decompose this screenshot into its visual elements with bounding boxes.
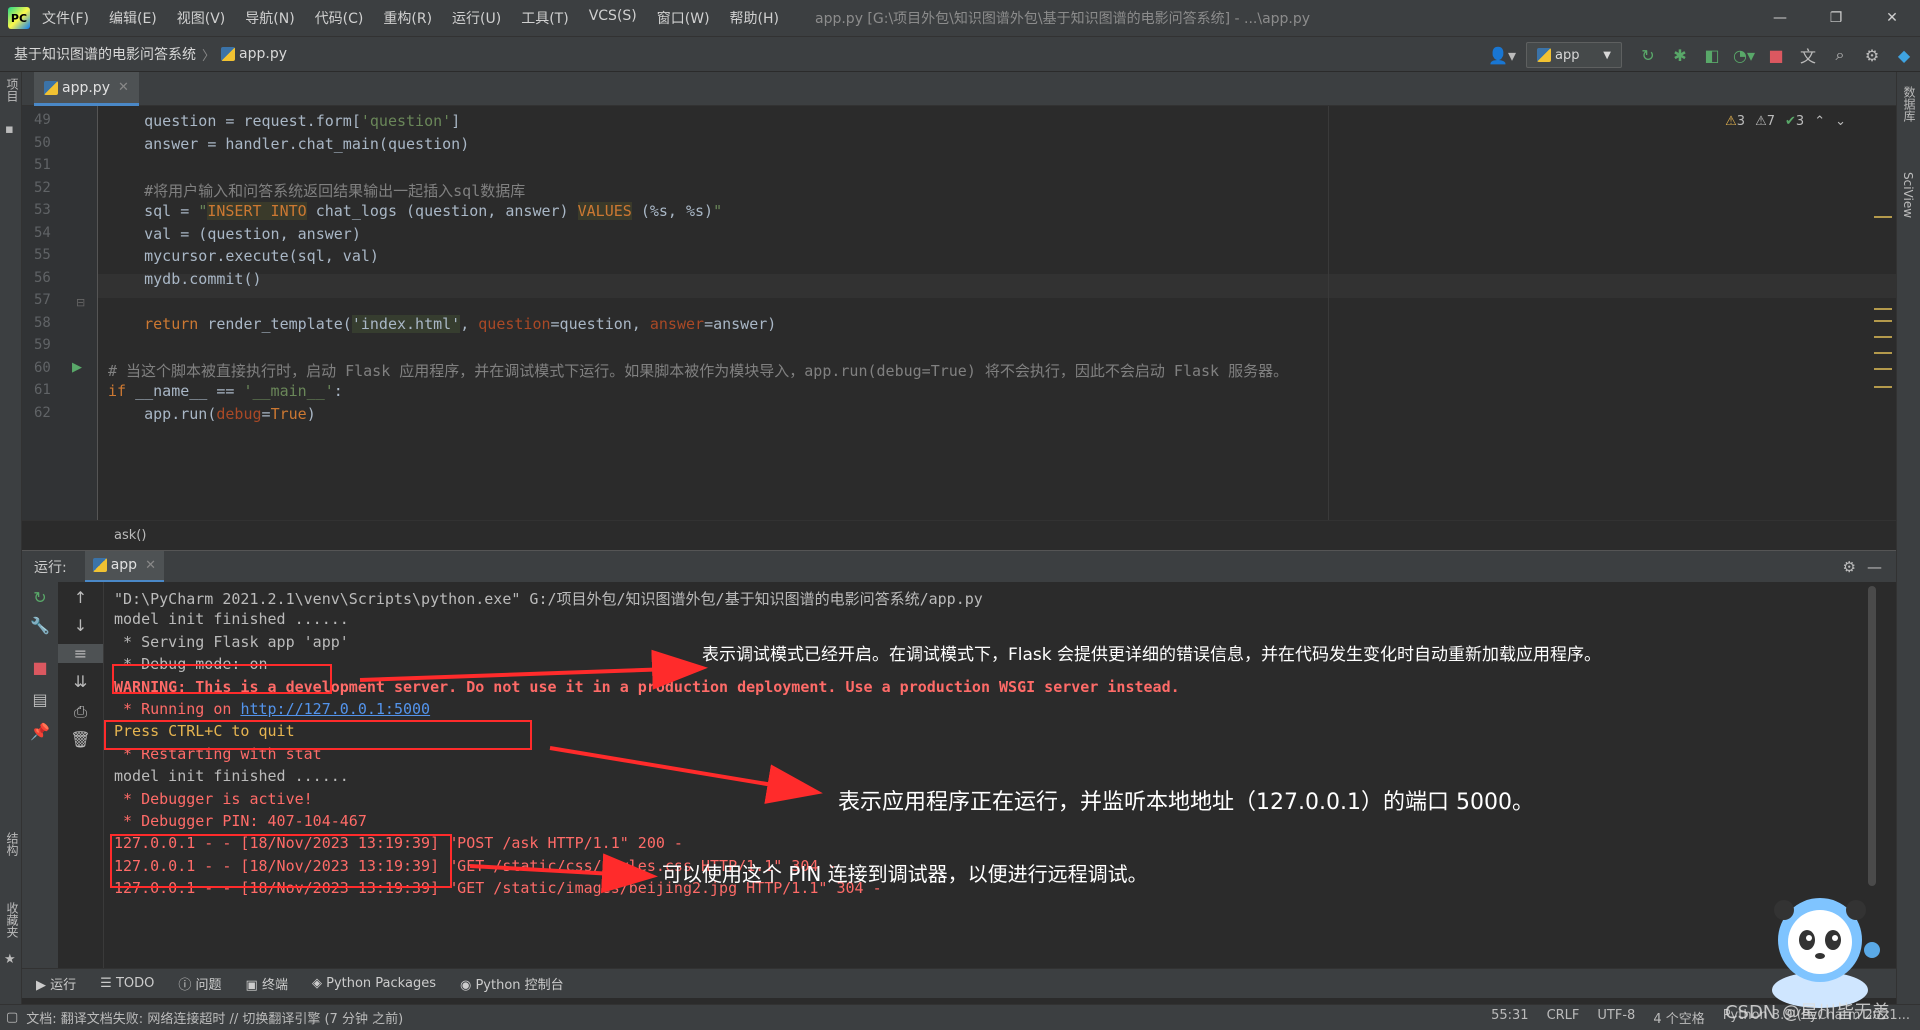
- indent-setting[interactable]: 4 个空格: [1653, 1008, 1704, 1027]
- arrow-running: [549, 746, 823, 804]
- arrow-debug: [359, 649, 708, 690]
- annotation-debug-text: 表示调试模式已经开启。在调试模式下，Flask 会提供更详细的错误信息，并在代码…: [702, 645, 1602, 665]
- panel-toggle-icon[interactable]: ▢: [6, 1010, 18, 1025]
- panda-mascot-icon: [1772, 898, 1880, 1008]
- tool-tab-run[interactable]: ▶ 运行: [36, 974, 76, 993]
- tool-tab-problems[interactable]: ⓘ 问题: [178, 974, 221, 993]
- tool-tab-todo[interactable]: ☰ TODO: [100, 976, 154, 991]
- status-message[interactable]: 文档: 翻译文档失败: 网络连接超时 // 切换翻译引擎 (7 分钟 之前): [26, 1008, 403, 1027]
- file-encoding[interactable]: UTF-8: [1597, 1008, 1635, 1027]
- arrow-pin: [469, 853, 658, 894]
- annotation-running-text: 表示应用程序正在运行，并监听本地地址（127.0.0.1）的端口 5000。: [838, 790, 1534, 815]
- line-separator[interactable]: CRLF: [1547, 1008, 1580, 1027]
- watermark-text: CSDN @星川皆无恙: [1724, 1002, 1890, 1023]
- tool-tab-python-console[interactable]: ◉ Python 控制台: [460, 974, 564, 993]
- cursor-position[interactable]: 55:31: [1491, 1008, 1528, 1027]
- tool-tab-python-packages[interactable]: ◈ Python Packages: [312, 976, 436, 991]
- tool-tab-terminal[interactable]: ▣ 终端: [246, 974, 288, 993]
- status-bar: ▢ 文档: 翻译文档失败: 网络连接超时 // 切换翻译引擎 (7 分钟 之前)…: [0, 1004, 1920, 1030]
- bottom-tool-tabs: ▶ 运行 ☰ TODO ⓘ 问题 ▣ 终端 ◈ Python Packages …: [22, 968, 1896, 998]
- annotation-pin-text: 可以使用这个 PIN 连接到调试器，以便进行远程调试。: [662, 862, 1148, 886]
